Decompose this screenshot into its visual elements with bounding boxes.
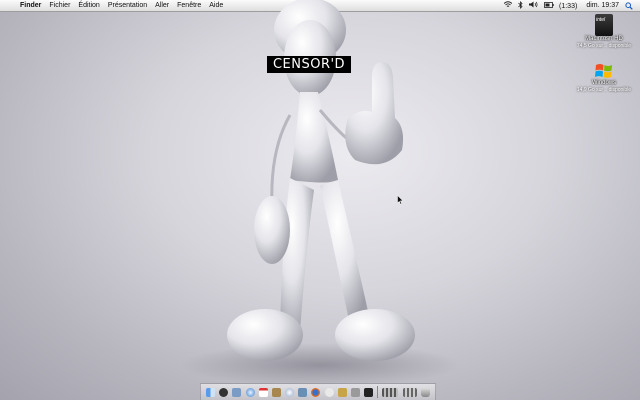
documents-stack-icon[interactable] — [402, 387, 417, 397]
drive-name: Windows — [591, 80, 617, 86]
safari-icon[interactable] — [245, 387, 255, 397]
preview-icon[interactable] — [337, 387, 347, 397]
ical-icon[interactable] — [258, 387, 268, 397]
dock-separator — [377, 386, 379, 398]
terminal-icon[interactable] — [364, 387, 374, 397]
finder-icon[interactable] — [206, 387, 216, 397]
mouse-cursor-icon — [397, 195, 404, 205]
trash-icon[interactable] — [420, 387, 430, 397]
dock — [200, 383, 436, 400]
drive-name: Macintosh HD — [585, 36, 623, 42]
iphoto-icon[interactable] — [298, 387, 308, 397]
address-book-icon[interactable] — [271, 387, 281, 397]
intel-badge: intel — [596, 17, 606, 23]
ichat-icon[interactable] — [324, 387, 334, 397]
firefox-icon[interactable] — [311, 387, 321, 397]
drive-macintosh-hd[interactable]: intel Macintosh HD 74,5 Go sur .. dispon… — [569, 14, 639, 49]
system-preferences-icon[interactable] — [350, 387, 360, 397]
windows-logo-icon — [595, 64, 612, 78]
mail-icon[interactable] — [232, 387, 242, 397]
drive-info: 74,5 Go sur .. disponible — [576, 43, 632, 49]
itunes-icon[interactable] — [285, 387, 295, 397]
drive-windows[interactable]: Windows 14,9 Go sur .. disponible — [569, 62, 639, 93]
dashboard-icon[interactable] — [219, 387, 229, 397]
hard-drive-icon: intel — [595, 14, 613, 36]
applications-stack-icon[interactable] — [382, 387, 399, 397]
drive-info: 14,9 Go sur .. disponible — [576, 87, 632, 93]
censor-bar: CENSOR'D — [267, 56, 351, 73]
